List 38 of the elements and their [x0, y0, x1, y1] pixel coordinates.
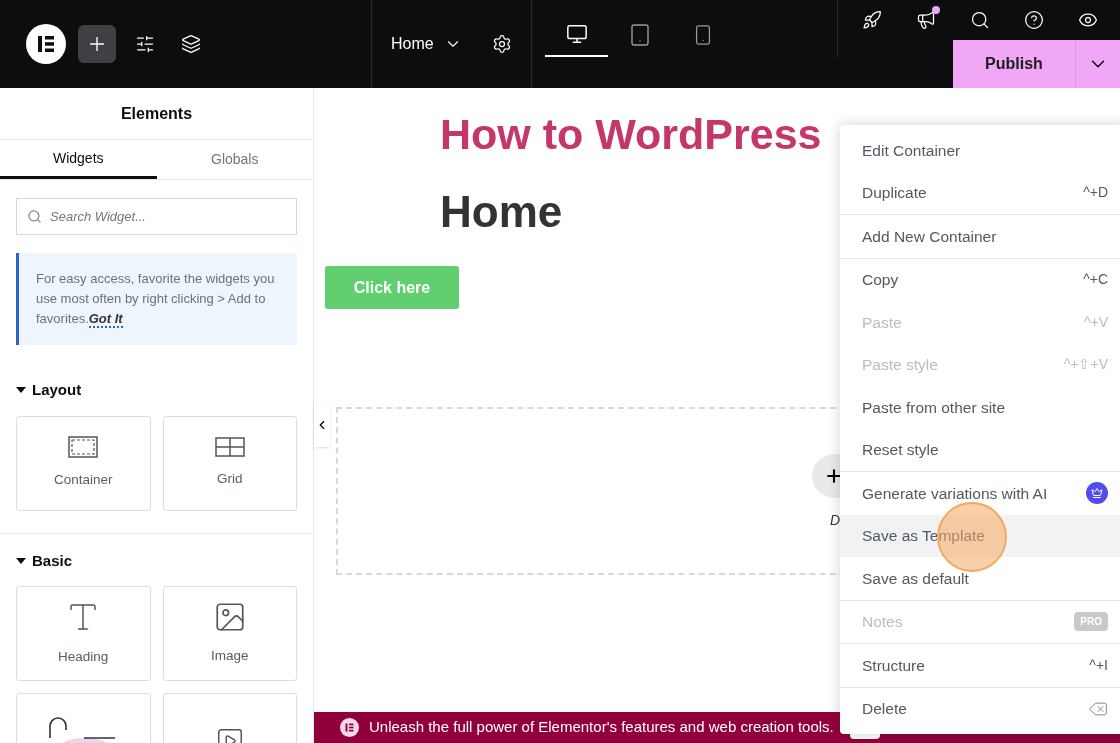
page-selector[interactable]: Home — [391, 32, 462, 56]
search-field[interactable]: Search Widget... — [16, 198, 297, 235]
widget-card[interactable]: Container — [16, 415, 151, 511]
menu-item[interactable]: Add New Container — [840, 215, 1120, 258]
menu-item[interactable]: Delete — [840, 687, 1120, 730]
menu-item[interactable]: Save as default — [840, 557, 1120, 600]
widget-card[interactable]: Image — [162, 586, 297, 681]
got-it-link[interactable]: Got It — [88, 311, 123, 328]
widget-label: Image — [211, 647, 249, 666]
panel-tab[interactable]: Widgets — [0, 140, 157, 179]
shortcut-text: ^+V — [1083, 312, 1108, 332]
panel-tab[interactable]: Globals — [156, 140, 313, 179]
panel-title: Elements — [0, 88, 313, 140]
publish-button[interactable]: Publish — [953, 40, 1075, 88]
widget-label: Grid — [217, 469, 243, 488]
menu-item[interactable]: Reset style — [840, 428, 1120, 471]
menu-item[interactable]: Structure ^+I — [840, 644, 1120, 687]
widget-card[interactable]: Heading — [16, 586, 151, 681]
widget-card[interactable]: Grid — [162, 415, 297, 511]
menu-item[interactable]: Generate variations with AI — [840, 472, 1120, 515]
page-heading: Home — [440, 186, 563, 238]
site-title: How to WordPress — [440, 109, 822, 160]
banner-text: Unleash the full power of Elementor's features and web creation tools. — [369, 717, 834, 738]
widget-label: Container — [53, 470, 113, 489]
menu-item[interactable]: Copy ^+C — [840, 258, 1120, 301]
menu-item[interactable]: Edit Container — [840, 129, 1120, 172]
tip-text: For easy access, favorite the widgets you use most often by right clicking > Add to favorites.Got It — [36, 270, 276, 329]
shortcut-text: ^+⇧+V — [1063, 355, 1108, 375]
menu-item[interactable]: Paste from other site — [840, 386, 1120, 429]
menu-item[interactable]: Save as Template — [840, 514, 1120, 557]
drop-hint-text: D — [830, 511, 841, 530]
menu-item[interactable]: Duplicate ^+D — [840, 171, 1120, 214]
section-header[interactable]: Basic — [16, 549, 73, 572]
shortcut-text: ^+D — [1083, 183, 1108, 203]
section-header[interactable]: Layout — [16, 379, 82, 402]
shortcut-text: ^+I — [1089, 655, 1108, 675]
widget-label: Heading — [58, 648, 109, 667]
shortcut-text: ^+C — [1083, 270, 1108, 290]
